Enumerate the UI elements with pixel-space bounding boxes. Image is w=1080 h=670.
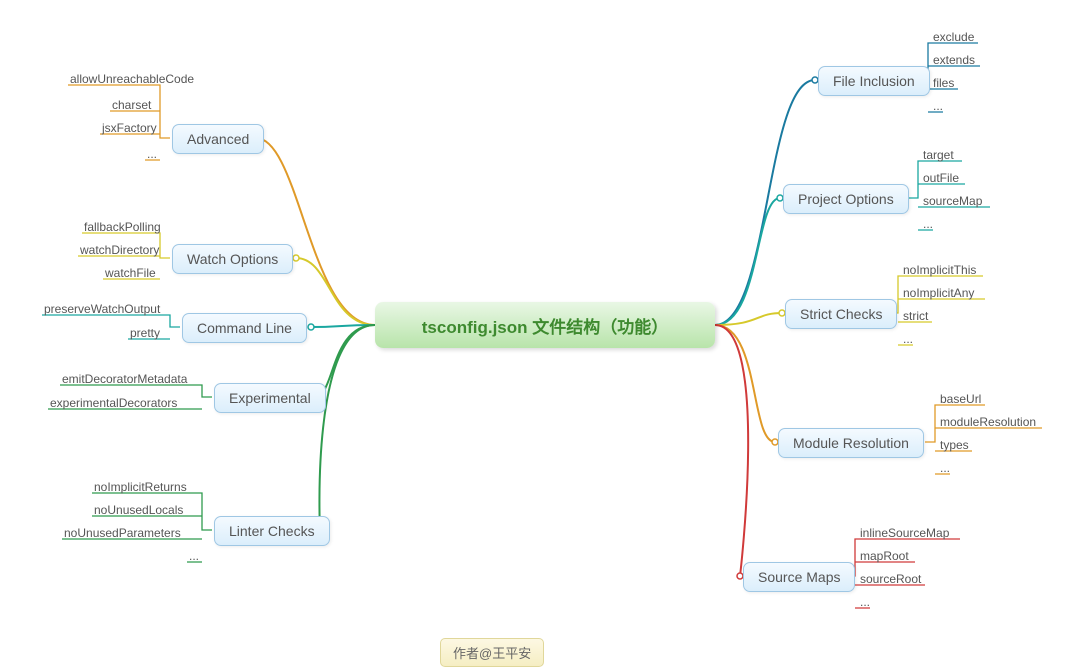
leaf-advanced-3: ... xyxy=(147,147,157,161)
leaf-mr-2: types xyxy=(940,438,969,452)
center-node[interactable]: tsconfig.json 文件结构（功能） xyxy=(375,302,715,348)
leaf-sc-0: noImplicitThis xyxy=(903,263,976,277)
leaf-po-0: target xyxy=(923,148,954,162)
leaf-cmd-1: pretty xyxy=(130,326,160,340)
leaf-fi-3: ... xyxy=(933,99,943,113)
branch-file-inclusion[interactable]: File Inclusion xyxy=(818,66,930,96)
leaf-watch-0: fallbackPolling xyxy=(84,220,161,234)
author-label: 作者@王平安 xyxy=(440,638,544,667)
leaf-mr-3: ... xyxy=(940,461,950,475)
branch-experimental[interactable]: Experimental xyxy=(214,383,326,413)
branch-strict-checks[interactable]: Strict Checks xyxy=(785,299,897,329)
leaf-watch-2: watchFile xyxy=(105,266,156,280)
leaf-sc-3: ... xyxy=(903,332,913,346)
leaf-sm-2: sourceRoot xyxy=(860,572,921,586)
branch-source-maps[interactable]: Source Maps xyxy=(743,562,855,592)
leaf-mr-1: moduleResolution xyxy=(940,415,1036,429)
branch-linter-checks[interactable]: Linter Checks xyxy=(214,516,330,546)
leaf-mr-0: baseUrl xyxy=(940,392,981,406)
leaf-po-3: ... xyxy=(923,217,933,231)
leaf-advanced-2: jsxFactory xyxy=(102,121,157,135)
leaf-cmd-0: preserveWatchOutput xyxy=(44,302,160,316)
branch-advanced[interactable]: Advanced xyxy=(172,124,264,154)
branch-project-options[interactable]: Project Options xyxy=(783,184,909,214)
leaf-advanced-1: charset xyxy=(112,98,151,112)
leaf-watch-1: watchDirectory xyxy=(80,243,159,257)
leaf-sm-0: inlineSourceMap xyxy=(860,526,949,540)
leaf-sc-1: noImplicitAny xyxy=(903,286,974,300)
leaf-po-1: outFile xyxy=(923,171,959,185)
leaf-exp-1: experimentalDecorators xyxy=(50,396,177,410)
leaf-fi-0: exclude xyxy=(933,30,974,44)
leaf-fi-2: files xyxy=(933,76,954,90)
branch-command-line[interactable]: Command Line xyxy=(182,313,307,343)
branch-module-resolution[interactable]: Module Resolution xyxy=(778,428,924,458)
leaf-sm-3: ... xyxy=(860,595,870,609)
leaf-po-2: sourceMap xyxy=(923,194,982,208)
leaf-lint-2: noUnusedParameters xyxy=(64,526,181,540)
leaf-lint-3: ... xyxy=(189,549,199,563)
leaf-sm-1: mapRoot xyxy=(860,549,909,563)
branch-watch-options[interactable]: Watch Options xyxy=(172,244,293,274)
leaf-exp-0: emitDecoratorMetadata xyxy=(62,372,187,386)
leaf-fi-1: extends xyxy=(933,53,975,67)
center-title: tsconfig.json 文件结构（功能） xyxy=(422,313,669,338)
leaf-advanced-0: allowUnreachableCode xyxy=(70,72,194,86)
leaf-sc-2: strict xyxy=(903,309,928,323)
leaf-lint-0: noImplicitReturns xyxy=(94,480,187,494)
leaf-lint-1: noUnusedLocals xyxy=(94,503,183,517)
